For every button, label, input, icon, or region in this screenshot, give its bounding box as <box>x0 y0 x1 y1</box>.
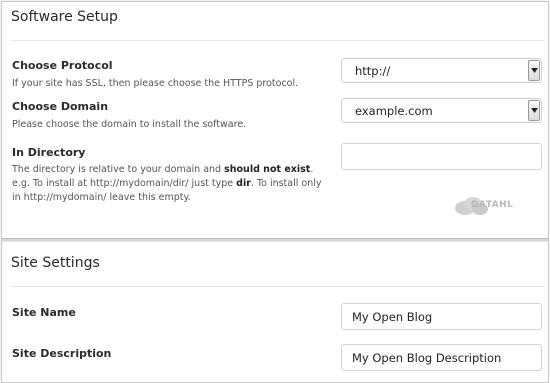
site-settings-section: Site Settings Site Name My Open Blog Sit… <box>2 242 548 382</box>
in-directory-label: In Directory <box>12 146 86 159</box>
logo-text: DATAHL <box>471 200 514 210</box>
section-title-site-settings: Site Settings <box>11 255 100 271</box>
protocol-select-value: http:// <box>355 64 391 78</box>
protocol-select[interactable]: http:// <box>341 58 542 83</box>
choose-domain-description: Please choose the domain to install the … <box>12 119 247 130</box>
software-setup-section: Software Setup Choose Protocol If your s… <box>2 2 548 238</box>
divider <box>11 286 544 287</box>
dropdown-arrow-icon[interactable] <box>528 60 540 81</box>
site-description-label: Site Description <box>12 347 112 360</box>
directory-input[interactable] <box>341 143 542 170</box>
site-description-input-value: My Open Blog Description <box>352 351 502 365</box>
choose-protocol-description: If your site has SSL, then please choose… <box>12 78 299 89</box>
section-title-software-setup: Software Setup <box>11 9 118 25</box>
cloud-logo-icon: DATAHL <box>453 195 523 219</box>
dropdown-arrow-icon[interactable] <box>528 100 540 121</box>
domain-select-value: example.com <box>355 104 433 118</box>
setup-panel: Software Setup Choose Protocol If your s… <box>1 1 549 383</box>
divider <box>11 40 544 41</box>
choose-protocol-label: Choose Protocol <box>12 59 113 72</box>
domain-select[interactable]: example.com <box>341 98 542 123</box>
site-description-input[interactable]: My Open Blog Description <box>341 344 542 371</box>
site-name-input-value: My Open Blog <box>352 310 433 324</box>
in-directory-description: The directory is relative to your domain… <box>12 164 322 203</box>
site-name-label: Site Name <box>12 306 76 319</box>
choose-domain-label: Choose Domain <box>12 100 109 113</box>
site-name-input[interactable]: My Open Blog <box>341 303 542 330</box>
